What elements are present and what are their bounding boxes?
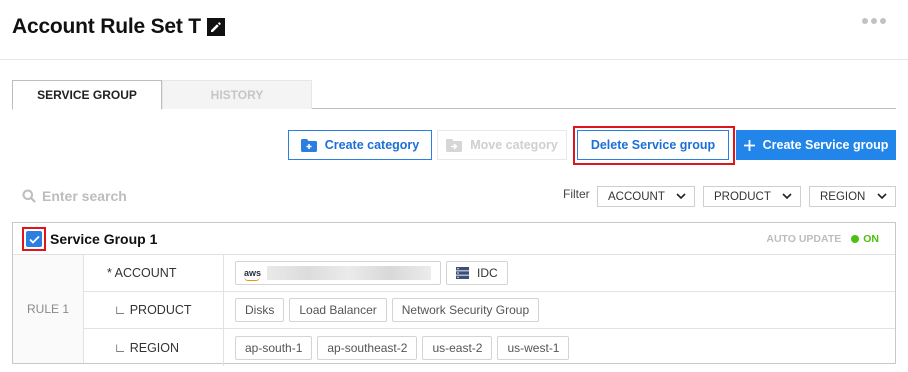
search-placeholder: Enter search <box>42 188 127 204</box>
more-options-button[interactable] <box>862 18 886 24</box>
region-chip[interactable]: us-west-1 <box>497 335 570 360</box>
rule-row-account: * ACCOUNT aws IDC <box>84 255 895 292</box>
status-dot-icon <box>851 235 860 243</box>
masked-account-id <box>267 266 431 280</box>
account-filter-value: ACCOUNT <box>608 190 665 203</box>
product-values: Disks Load Balancer Network Security Gro… <box>235 292 540 328</box>
create-service-group-button[interactable]: Create Service group <box>736 130 896 160</box>
idc-label: IDC <box>477 266 498 280</box>
region-filter-value: REGION <box>820 190 866 203</box>
delete-service-group-label: Delete Service group <box>590 138 716 152</box>
move-category-label: Move category <box>470 138 558 152</box>
folder-move-icon <box>446 138 463 152</box>
product-chip[interactable]: Network Security Group <box>391 298 540 322</box>
service-group-checkbox[interactable] <box>26 231 42 247</box>
plus-icon <box>743 139 755 151</box>
checkmark-icon <box>28 235 40 244</box>
rule-key-product: ∟ PRODUCT <box>84 292 224 328</box>
service-group-header: Service Group 1 AUTO UPDATE ON <box>13 223 895 255</box>
edit-title-button[interactable] <box>206 18 225 36</box>
folder-add-icon <box>300 138 317 152</box>
tab-service-group[interactable]: SERVICE GROUP <box>12 80 162 110</box>
auto-update-label: AUTO UPDATE <box>766 233 842 245</box>
tab-bar: SERVICE GROUP HISTORY <box>12 80 896 110</box>
filter-label: Filter <box>563 187 590 201</box>
more-dot-icon <box>862 18 868 24</box>
create-category-label: Create category <box>324 138 420 152</box>
region-chip[interactable]: ap-south-1 <box>235 335 313 360</box>
rule-row-region: ∟ REGION ap-south-1 ap-southeast-2 us-ea… <box>84 329 895 366</box>
aws-account-chip[interactable]: aws <box>235 261 441 285</box>
create-category-button[interactable]: Create category <box>288 130 432 160</box>
chevron-down-icon <box>676 193 686 200</box>
idc-chip[interactable]: IDC <box>446 261 508 285</box>
more-dot-icon <box>880 18 886 24</box>
chevron-down-icon <box>782 193 792 200</box>
delete-service-group-button[interactable]: Delete Service group <box>577 130 729 160</box>
product-chip[interactable]: Load Balancer <box>289 298 387 322</box>
product-filter-select[interactable]: PRODUCT <box>703 186 801 207</box>
region-chip[interactable]: us-east-2 <box>422 335 493 360</box>
create-service-group-label: Create Service group <box>762 138 889 152</box>
header-divider <box>0 59 908 60</box>
title-bar: Account Rule Set T <box>12 14 225 40</box>
rule-key-region: ∟ REGION <box>84 329 224 366</box>
tab-history[interactable]: HISTORY <box>162 80 312 109</box>
pencil-icon <box>210 22 221 32</box>
service-group-name: Service Group 1 <box>50 231 158 247</box>
product-filter-value: PRODUCT <box>714 190 771 203</box>
account-values: aws IDC <box>235 255 508 291</box>
move-category-button[interactable]: Move category <box>437 130 567 160</box>
page-title: Account Rule Set T <box>12 15 201 38</box>
more-dot-icon <box>871 18 877 24</box>
region-values: ap-south-1 ap-southeast-2 us-east-2 us-w… <box>235 329 570 366</box>
account-filter-select[interactable]: ACCOUNT <box>597 186 695 207</box>
search-input[interactable]: Enter search <box>22 186 127 206</box>
auto-update-state: ON <box>863 233 879 245</box>
rule-row-product: ∟ PRODUCT Disks Load Balancer Network Se… <box>84 292 895 329</box>
rule-key-account: * ACCOUNT <box>84 255 224 291</box>
aws-logo-icon: aws <box>244 268 262 281</box>
region-chip[interactable]: ap-southeast-2 <box>317 335 418 360</box>
rule-label: RULE 1 <box>13 255 84 363</box>
service-group-card: Service Group 1 AUTO UPDATE ON RULE 1 * … <box>12 222 896 366</box>
search-icon <box>22 189 36 203</box>
server-icon <box>456 267 469 279</box>
auto-update-status: AUTO UPDATE ON <box>766 233 879 245</box>
region-filter-select[interactable]: REGION <box>809 186 896 207</box>
product-chip[interactable]: Disks <box>235 298 285 322</box>
chevron-down-icon <box>877 193 887 200</box>
